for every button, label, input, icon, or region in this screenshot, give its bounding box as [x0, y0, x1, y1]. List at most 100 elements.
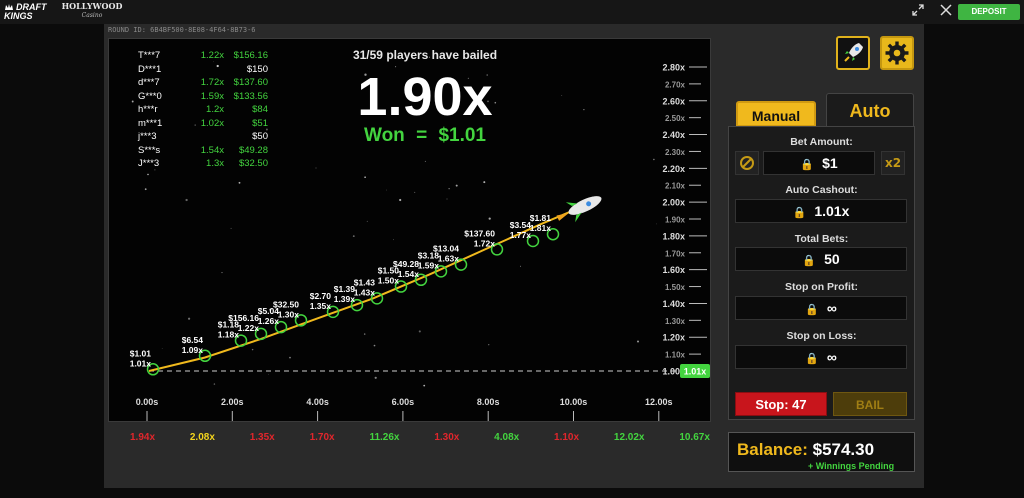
bail-amount-label: $1.01 [130, 348, 152, 358]
draftkings-logo: DRAFT KINGS [4, 1, 47, 21]
bail-multiplier-label: 1.30x [278, 309, 300, 319]
star [561, 95, 563, 96]
tab-manual[interactable]: Manual [736, 101, 816, 127]
player-amount: $84 [252, 104, 268, 115]
star [373, 344, 376, 347]
bail-amount-label: $1.81 [530, 213, 552, 223]
player-multiplier [188, 130, 224, 144]
stop-loss-input[interactable]: 🔒 ∞ [735, 345, 907, 369]
bail-multiplier-label: 1.35x [310, 301, 332, 311]
x-tick-label: 10.00s [560, 397, 588, 407]
close-icon[interactable] [938, 3, 954, 19]
fullscreen-icon[interactable] [910, 3, 926, 19]
bail-button[interactable]: BAIL [833, 392, 907, 416]
double-bet-button[interactable]: x2 [881, 151, 905, 175]
history-item: 1.35x [249, 432, 275, 443]
y-tick-label: 1.80x [662, 231, 685, 241]
player-row: d***7 1.72x $137.60 [138, 76, 268, 90]
player-row: h***r 1.2x $84 [138, 103, 268, 117]
y-tick-label: 1.90x [665, 216, 686, 225]
bail-multiplier-label: 1.09x [182, 345, 204, 355]
star [185, 198, 188, 202]
rocket-auto-button[interactable] [836, 36, 870, 70]
player-name: h***r [138, 104, 158, 115]
player-name: m***1 [138, 117, 163, 129]
bail-multiplier-label: 1.26x [258, 316, 280, 326]
star [221, 272, 223, 274]
player-row: J***3 1.3x $32.50 [138, 157, 268, 171]
player-amount: $32.50 [238, 158, 268, 169]
bail-multiplier-label: 1.54x [398, 269, 420, 279]
history-item: 1.30x [434, 432, 460, 443]
star [655, 223, 657, 225]
player-amount: $50 [252, 131, 268, 142]
stop-profit-input[interactable]: 🔒 ∞ [735, 296, 907, 320]
star [366, 220, 368, 222]
current-multiplier: 1.90x [357, 67, 493, 127]
clear-bet-button[interactable] [735, 151, 759, 175]
x-tick-label: 6.00s [392, 397, 415, 407]
cancel-icon [740, 156, 754, 170]
auto-cashout-label: Auto Cashout: [785, 184, 858, 196]
lock-icon: 🔒 [802, 255, 817, 267]
star [519, 265, 522, 267]
winnings-pending: + Winnings Pending [808, 461, 895, 471]
star [583, 108, 585, 111]
y-tick-label: 1.50x [665, 283, 686, 292]
tab-auto[interactable]: Auto [826, 93, 914, 127]
player-row: D***1 $150 [138, 63, 268, 77]
deposit-button[interactable]: DEPOSIT [958, 4, 1020, 20]
rocket-icon [556, 196, 602, 223]
player-row: m***1 1.02x $51 [138, 117, 268, 131]
settings-gear-button[interactable] [880, 36, 914, 70]
total-bets-value: 50 [824, 251, 840, 267]
bail-amount-label: $32.50 [273, 299, 299, 309]
player-amount: $49.28 [238, 144, 268, 156]
star [446, 198, 448, 200]
star [483, 181, 486, 184]
star [653, 158, 655, 161]
auto-cashout-input[interactable]: 🔒 1.01x [735, 199, 907, 223]
bet-amount-input[interactable]: 🔒 $1 [763, 151, 875, 175]
history-item: 2.08x [189, 432, 215, 443]
player-multiplier [188, 63, 224, 77]
y-tick-label: 1.10x [665, 351, 686, 360]
bail-amount-label: $2.70 [310, 291, 332, 301]
y-tick-label: 2.30x [665, 148, 686, 157]
bail-multiplier-label: 1.43x [354, 287, 376, 297]
bailed-count: 31/59 players have bailed [352, 48, 498, 62]
balance-value: $574.30 [812, 440, 875, 459]
player-name: T***7 [138, 50, 161, 61]
gear-icon [885, 41, 909, 65]
won-amount: Won = $1.01 [363, 125, 486, 146]
y-tick-label: 2.20x [662, 164, 685, 174]
x-tick-label: 8.00s [477, 397, 500, 407]
player-name: d***7 [138, 77, 160, 88]
stop-auto-button[interactable]: Stop: 47 [735, 392, 827, 416]
logo-partner-sub: Casino [81, 12, 103, 19]
bail-multiplier-label: 1.39x [334, 294, 356, 304]
player-row: G***0 1.59x $133.56 [138, 90, 268, 104]
star [352, 235, 355, 238]
history-item: 12.02x [613, 432, 645, 443]
y-tick-label: 2.60x [662, 96, 685, 106]
player-amount: $150 [246, 63, 268, 75]
star [147, 173, 149, 176]
star [251, 348, 254, 351]
hollywood-casino-logo: HOLLYWOOD Casino [58, 2, 126, 22]
star [414, 191, 416, 193]
top-bar: DRAFT KINGS HOLLYWOOD Casino DEPOSIT [0, 0, 1024, 24]
bail-multiplier-label: 1.72x [474, 238, 496, 248]
total-bets-input[interactable]: 🔒 50 [735, 247, 907, 271]
player-amount: $156.16 [233, 50, 268, 61]
bet-amount-value: $1 [822, 155, 838, 171]
player-multiplier: 1.59x [200, 90, 224, 102]
star [488, 344, 490, 346]
y-tick-label: 2.40x [662, 130, 685, 140]
player-multiplier: 1.22x [200, 50, 224, 61]
player-name: j***3 [138, 131, 157, 142]
lock-icon: 🔒 [805, 353, 819, 365]
star [386, 189, 388, 191]
player-name: G***0 [138, 90, 162, 102]
star [418, 330, 421, 333]
